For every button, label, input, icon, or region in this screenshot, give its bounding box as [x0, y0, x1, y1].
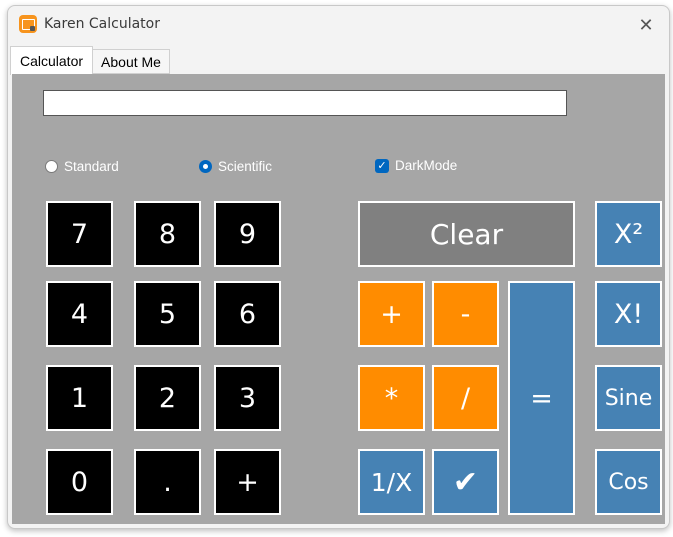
calculator-app-icon	[19, 15, 37, 33]
darkmode-option[interactable]: ✓ DarkMode	[375, 158, 457, 173]
key-6[interactable]: 6	[214, 281, 281, 347]
equals-button[interactable]: =	[508, 281, 575, 515]
scientific-radio[interactable]	[199, 160, 212, 173]
title-bar: Karen Calculator ✕	[8, 6, 669, 44]
key-7[interactable]: 7	[46, 201, 113, 267]
confirm-button[interactable]: ✔	[432, 449, 499, 515]
standard-radio[interactable]	[45, 160, 58, 173]
key-0[interactable]: 0	[46, 449, 113, 515]
key-5[interactable]: 5	[134, 281, 201, 347]
key-4[interactable]: 4	[46, 281, 113, 347]
reciprocal-button[interactable]: 1/X	[358, 449, 425, 515]
darkmode-checkbox[interactable]: ✓	[375, 158, 389, 173]
key-plus-numpad[interactable]: +	[214, 449, 281, 515]
multiply-button[interactable]: *	[358, 365, 425, 431]
key-9[interactable]: 9	[214, 201, 281, 267]
key-8[interactable]: 8	[134, 201, 201, 267]
key-decimal[interactable]: .	[134, 449, 201, 515]
close-icon: ✕	[638, 14, 654, 36]
add-button[interactable]: +	[358, 281, 425, 347]
app-icon-dot-glyph	[30, 26, 35, 31]
scientific-label: Scientific	[218, 159, 273, 174]
cosine-button[interactable]: Cos	[595, 449, 662, 515]
window-title: Karen Calculator	[44, 16, 160, 32]
darkmode-label: DarkMode	[395, 158, 458, 173]
standard-mode-option[interactable]: Standard	[45, 159, 119, 174]
standard-label: Standard	[64, 159, 119, 174]
divide-button[interactable]: /	[432, 365, 499, 431]
key-2[interactable]: 2	[134, 365, 201, 431]
checkmark-icon: ✔	[452, 464, 479, 500]
clear-button[interactable]: Clear	[358, 201, 575, 267]
square-button[interactable]: X²	[595, 201, 662, 267]
calculator-panel: Standard Scientific ✓ DarkMode 7 8 9 4 5…	[12, 74, 665, 524]
factorial-button[interactable]: X!	[595, 281, 662, 347]
close-button[interactable]: ✕	[631, 10, 661, 40]
tab-calculator[interactable]: Calculator	[10, 46, 93, 75]
sine-button[interactable]: Sine	[595, 365, 662, 431]
key-1[interactable]: 1	[46, 365, 113, 431]
scientific-mode-option[interactable]: Scientific	[199, 159, 272, 174]
app-window: Karen Calculator ✕ Calculator About Me S…	[7, 5, 670, 529]
key-3[interactable]: 3	[214, 365, 281, 431]
tab-about-me[interactable]: About Me	[92, 49, 170, 74]
subtract-button[interactable]: -	[432, 281, 499, 347]
result-display[interactable]	[43, 90, 567, 116]
